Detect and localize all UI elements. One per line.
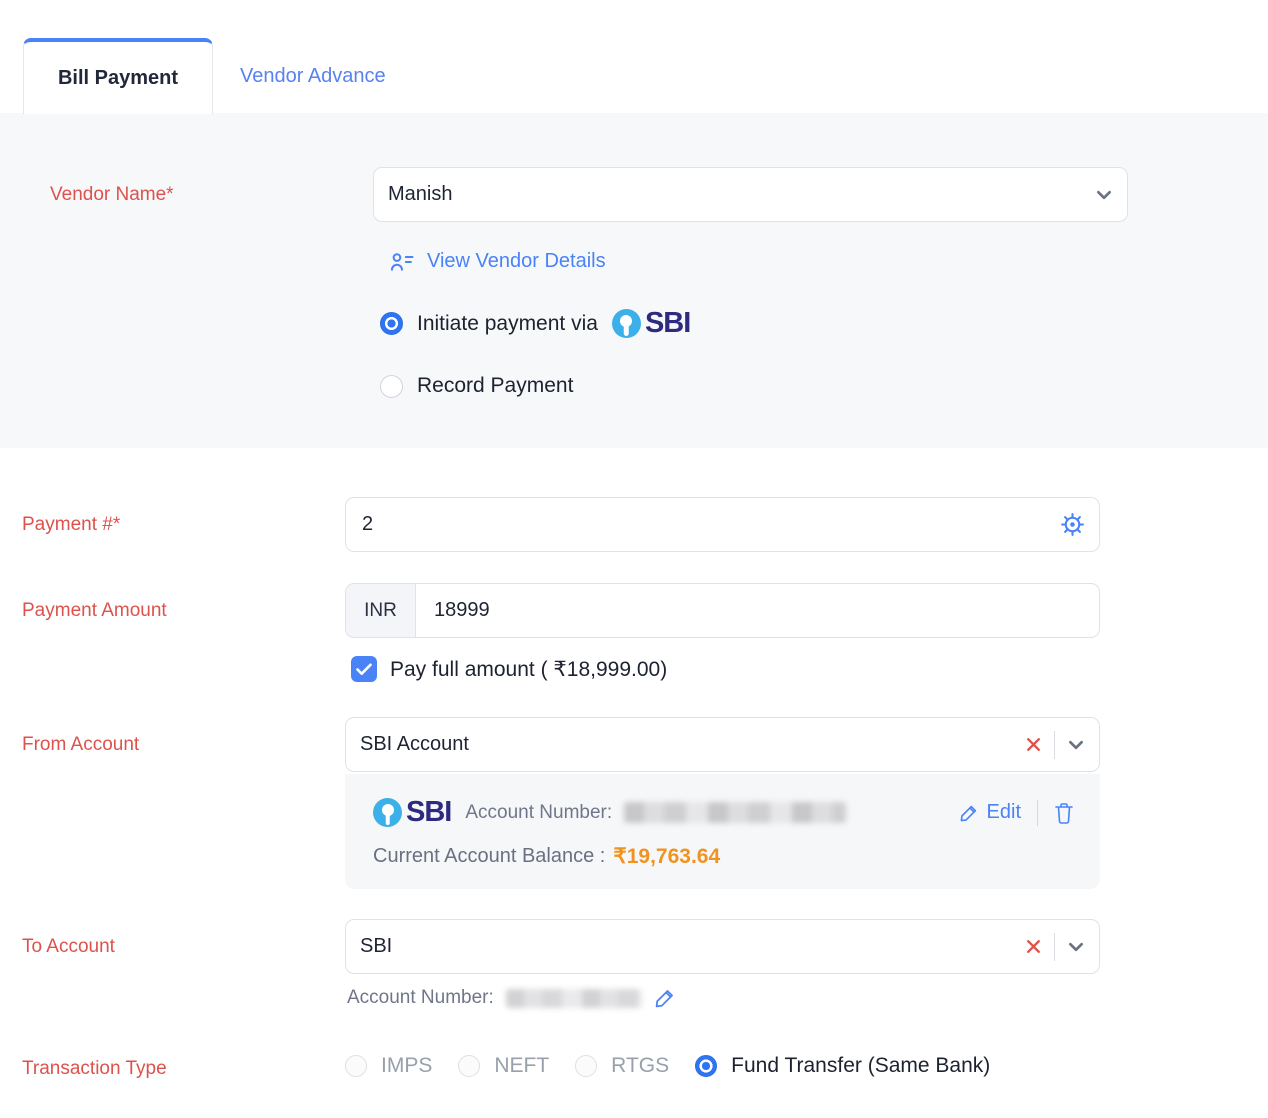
sbi-logo: SBI bbox=[612, 307, 690, 340]
sbi-wordmark: SBI bbox=[645, 307, 690, 340]
edit-account-link[interactable]: Edit bbox=[959, 801, 1021, 824]
trash-icon bbox=[1054, 802, 1074, 824]
chevron-down-icon[interactable] bbox=[1095, 186, 1113, 204]
tab-vendor-advance-label: Vendor Advance bbox=[240, 65, 386, 88]
transaction-type-fund-transfer[interactable]: Fund Transfer (Same Bank) bbox=[695, 1054, 990, 1078]
tab-vendor-advance[interactable]: Vendor Advance bbox=[240, 38, 386, 114]
view-vendor-details-link[interactable]: View Vendor Details bbox=[390, 250, 1128, 273]
account-number-redacted bbox=[506, 989, 642, 1008]
chevron-down-icon[interactable] bbox=[1067, 736, 1085, 754]
tab-bill-payment[interactable]: Bill Payment bbox=[23, 38, 213, 114]
sbi-wordmark: SBI bbox=[406, 796, 451, 829]
divider bbox=[1054, 933, 1055, 961]
vendor-section: Vendor Name* Manish View Vendor Details bbox=[0, 113, 1268, 448]
payment-number-input[interactable] bbox=[360, 512, 1060, 537]
transaction-type-rtgs[interactable]: RTGS bbox=[575, 1054, 669, 1078]
chevron-down-icon[interactable] bbox=[1067, 938, 1085, 956]
fund-transfer-label: Fund Transfer (Same Bank) bbox=[731, 1054, 990, 1078]
imps-label: IMPS bbox=[381, 1054, 432, 1078]
transaction-type-neft[interactable]: NEFT bbox=[458, 1054, 549, 1078]
pay-full-amount-checkbox[interactable] bbox=[351, 656, 377, 682]
rtgs-radio[interactable] bbox=[575, 1055, 597, 1077]
currency-code: INR bbox=[346, 584, 416, 637]
tab-bar: Bill Payment Vendor Advance bbox=[0, 0, 1268, 113]
pencil-icon bbox=[959, 803, 979, 823]
vendor-name-value: Manish bbox=[388, 183, 1095, 206]
vendor-name-select[interactable]: Manish bbox=[373, 167, 1128, 222]
edit-account-number-button[interactable] bbox=[654, 987, 676, 1009]
view-vendor-details-label: View Vendor Details bbox=[427, 250, 606, 273]
payment-amount-field: INR bbox=[345, 583, 1100, 638]
transaction-type-label: Transaction Type bbox=[22, 1054, 345, 1084]
payment-form-section: Payment #* Payment Amount INR bbox=[0, 448, 1268, 1084]
neft-radio[interactable] bbox=[458, 1055, 480, 1077]
vendor-name-label: Vendor Name* bbox=[50, 167, 373, 222]
to-account-select[interactable]: SBI bbox=[345, 919, 1100, 974]
initiate-payment-radio[interactable] bbox=[380, 312, 403, 335]
transaction-type-imps[interactable]: IMPS bbox=[345, 1054, 432, 1078]
pencil-icon bbox=[654, 987, 676, 1009]
payment-number-settings-button[interactable] bbox=[1060, 512, 1085, 537]
balance-label: Current Account Balance : bbox=[373, 845, 605, 868]
pay-full-amount-label: Pay full amount ( ₹18,999.00) bbox=[390, 657, 667, 682]
pay-full-amount-option[interactable]: Pay full amount ( ₹18,999.00) bbox=[351, 656, 1100, 682]
transaction-type-options: IMPS NEFT RTGS Fund Transfer (Same Bank) bbox=[345, 1054, 1100, 1078]
sbi-keyhole-icon bbox=[612, 309, 641, 338]
to-account-value: SBI bbox=[360, 935, 1025, 958]
delete-account-button[interactable] bbox=[1054, 802, 1074, 824]
from-account-label: From Account bbox=[22, 717, 345, 772]
fund-transfer-radio[interactable] bbox=[695, 1055, 717, 1077]
divider bbox=[1037, 800, 1038, 826]
account-number-label: Account Number: bbox=[465, 802, 612, 824]
payment-number-label: Payment #* bbox=[22, 497, 345, 552]
divider bbox=[1054, 731, 1055, 759]
vendor-contact-icon bbox=[390, 252, 415, 272]
rtgs-label: RTGS bbox=[611, 1054, 669, 1078]
imps-radio[interactable] bbox=[345, 1055, 367, 1077]
tab-bill-payment-label: Bill Payment bbox=[58, 67, 178, 90]
payment-amount-label: Payment Amount bbox=[22, 583, 345, 638]
initiate-payment-label: Initiate payment via bbox=[417, 312, 598, 336]
edit-label: Edit bbox=[987, 801, 1021, 824]
record-payment-label: Record Payment bbox=[417, 374, 573, 398]
from-account-value: SBI Account bbox=[360, 733, 1025, 756]
initiate-payment-option[interactable]: Initiate payment via SBI bbox=[380, 307, 1128, 340]
from-account-details-panel: SBI Account Number: Edit bbox=[345, 774, 1100, 889]
account-number-redacted bbox=[624, 802, 846, 823]
record-payment-option[interactable]: Record Payment bbox=[380, 374, 1128, 398]
clear-selection-icon[interactable] bbox=[1025, 736, 1042, 753]
from-account-select[interactable]: SBI Account bbox=[345, 717, 1100, 772]
record-payment-radio[interactable] bbox=[380, 375, 403, 398]
payment-number-field bbox=[345, 497, 1100, 552]
to-account-label: To Account bbox=[22, 919, 345, 974]
account-number-label: Account Number: bbox=[347, 987, 494, 1009]
payment-amount-input[interactable] bbox=[416, 599, 1099, 622]
balance-value: ₹19,763.64 bbox=[613, 844, 720, 869]
sbi-keyhole-icon bbox=[373, 798, 402, 827]
clear-selection-icon[interactable] bbox=[1025, 938, 1042, 955]
neft-label: NEFT bbox=[494, 1054, 549, 1078]
sbi-logo: SBI bbox=[373, 796, 451, 829]
